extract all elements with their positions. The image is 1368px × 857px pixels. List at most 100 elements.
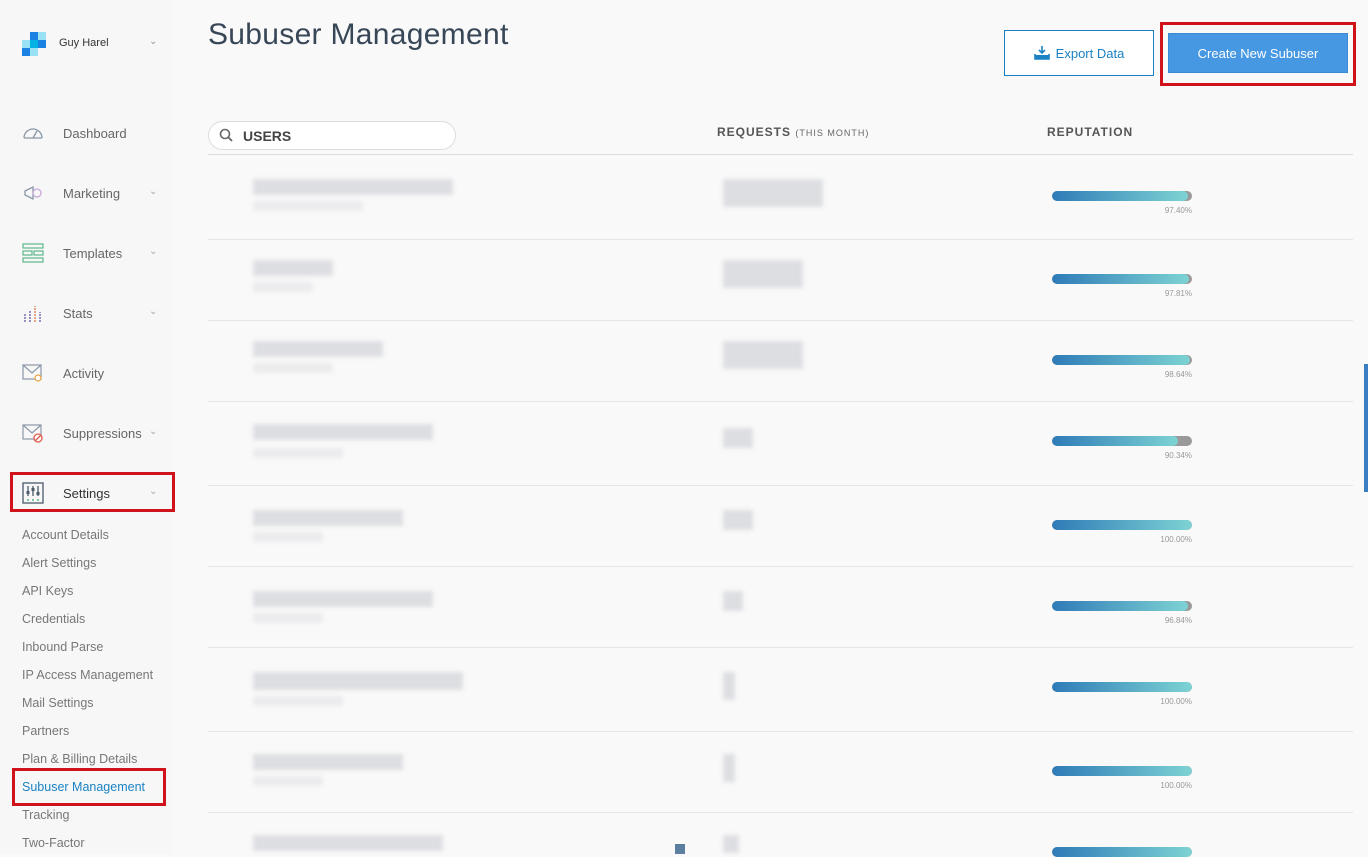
search-users[interactable]	[208, 121, 456, 150]
create-new-subuser-label: Create New Subuser	[1197, 45, 1319, 61]
redacted-requests	[723, 510, 753, 530]
reputation-bar	[1052, 601, 1192, 611]
redacted-username	[253, 260, 333, 276]
nav-label: Activity	[63, 366, 105, 381]
nav-item-activity[interactable]: Activity	[22, 362, 162, 386]
page-title: Subuser Management	[208, 18, 509, 51]
redacted-username	[253, 424, 433, 440]
table-row[interactable]: 100.00%	[208, 732, 1353, 813]
column-header-requests-sub: (THIS MONTH)	[795, 128, 870, 138]
redacted-email	[253, 776, 323, 786]
main-content: Subuser Management Export Data Create Ne…	[172, 0, 1368, 857]
sidebar: Guy Harel ⌄ Dashboard Marketing ⌄ Templa…	[0, 0, 175, 854]
nav-item-suppressions[interactable]: Suppressions ⌄	[22, 422, 162, 446]
redacted-email	[253, 282, 313, 292]
stats-icon	[24, 306, 41, 322]
reputation-fill	[1052, 274, 1189, 284]
redacted-requests	[723, 260, 803, 288]
dashboard-icon	[23, 128, 43, 139]
settings-item-subuser-management[interactable]: Subuser Management	[22, 780, 145, 794]
redacted-email	[253, 363, 333, 373]
settings-item-credentials[interactable]: Credentials	[22, 612, 85, 626]
reputation-fill	[1052, 766, 1192, 776]
redacted-username	[253, 179, 453, 195]
column-header-requests-label: REQUESTS	[717, 125, 792, 139]
settings-item-two-factor[interactable]: Two-Factor	[22, 836, 85, 850]
templates-icon	[22, 243, 44, 263]
reputation-value: 96.84%	[1164, 616, 1192, 625]
table-row[interactable]: 100.00%	[208, 486, 1353, 567]
nav-item-dashboard[interactable]: Dashboard	[22, 122, 162, 146]
settings-item-account-details[interactable]: Account Details	[22, 528, 109, 542]
reputation-bar	[1052, 274, 1192, 284]
chevron-down-icon: ⌄	[149, 246, 158, 257]
activity-icon	[22, 364, 42, 382]
export-data-button[interactable]: Export Data	[1004, 30, 1154, 76]
table-row[interactable]: 98.64%	[208, 321, 1353, 402]
reputation-value: 90.34%	[1164, 451, 1192, 460]
reputation-fill	[1052, 191, 1189, 201]
settings-item-plan-billing[interactable]: Plan & Billing Details	[22, 752, 137, 766]
redacted-requests	[723, 341, 803, 369]
reputation-bar	[1052, 436, 1192, 446]
nav-item-settings[interactable]: Settings ⌄	[22, 482, 162, 506]
sendgrid-logo-icon	[22, 32, 46, 56]
download-icon	[1033, 46, 1050, 60]
account-name: Guy Harel	[59, 37, 109, 49]
reputation-fill	[1052, 355, 1191, 365]
reputation-value: 100.00%	[1160, 697, 1192, 706]
column-header-reputation[interactable]: REPUTATION	[1047, 125, 1133, 139]
chevron-down-icon: ⌄	[149, 36, 158, 47]
reputation-value: 97.81%	[1164, 289, 1192, 298]
redacted-requests	[723, 835, 739, 853]
reputation-fill	[1052, 436, 1179, 446]
table-row[interactable]: 97.40%	[208, 155, 1353, 240]
settings-item-inbound-parse[interactable]: Inbound Parse	[22, 640, 103, 654]
table-row[interactable]: 90.34%	[208, 402, 1353, 486]
reputation-fill	[1052, 847, 1192, 857]
megaphone-icon	[24, 185, 42, 201]
column-header-requests[interactable]: REQUESTS (THIS MONTH)	[717, 125, 869, 139]
redacted-username	[253, 510, 403, 526]
create-new-subuser-button[interactable]: Create New Subuser	[1168, 33, 1348, 73]
feedback-tab[interactable]	[1364, 364, 1368, 492]
nav-item-templates[interactable]: Templates ⌄	[22, 242, 162, 266]
settings-item-api-keys[interactable]: API Keys	[22, 584, 73, 598]
nav-label: Settings	[63, 486, 110, 501]
redacted-email	[253, 448, 343, 458]
reputation-bar	[1052, 355, 1192, 365]
settings-item-alert-settings[interactable]: Alert Settings	[22, 556, 96, 570]
suppressions-icon	[22, 424, 43, 443]
nav-label: Dashboard	[63, 126, 127, 141]
reputation-bar	[1052, 520, 1192, 530]
settings-item-mail-settings[interactable]: Mail Settings	[22, 696, 94, 710]
settings-item-tracking[interactable]: Tracking	[22, 808, 69, 822]
reputation-fill	[1052, 601, 1188, 611]
redacted-username	[253, 754, 403, 770]
export-data-label: Export Data	[1055, 45, 1125, 61]
table-row[interactable]: 100.00%	[208, 648, 1353, 732]
settings-item-ip-access-management[interactable]: IP Access Management	[22, 668, 153, 682]
redacted-requests	[723, 179, 823, 207]
search-icon	[219, 128, 233, 142]
chevron-down-icon: ⌄	[149, 486, 158, 497]
nav-label: Marketing	[63, 186, 121, 201]
settings-item-partners[interactable]: Partners	[22, 724, 69, 738]
redacted-email	[253, 696, 343, 706]
chevron-down-icon: ⌄	[149, 426, 158, 437]
redacted-requests	[723, 428, 753, 448]
nav-label: Suppressions	[63, 426, 142, 441]
account-switcher[interactable]: Guy Harel ⌄	[22, 32, 162, 56]
nav-item-marketing[interactable]: Marketing ⌄	[22, 182, 162, 206]
scroll-marker	[675, 844, 685, 854]
nav-label: Stats	[63, 306, 93, 321]
reputation-fill	[1052, 520, 1192, 530]
table-row[interactable]: 97.81%	[208, 240, 1353, 321]
nav-item-stats[interactable]: Stats ⌄	[22, 302, 162, 326]
reputation-bar	[1052, 191, 1192, 201]
redacted-requests	[723, 591, 743, 611]
search-input[interactable]	[243, 127, 443, 145]
reputation-value: 100.00%	[1160, 535, 1192, 544]
table-row[interactable]	[208, 813, 1353, 857]
table-row[interactable]: 96.84%	[208, 567, 1353, 648]
